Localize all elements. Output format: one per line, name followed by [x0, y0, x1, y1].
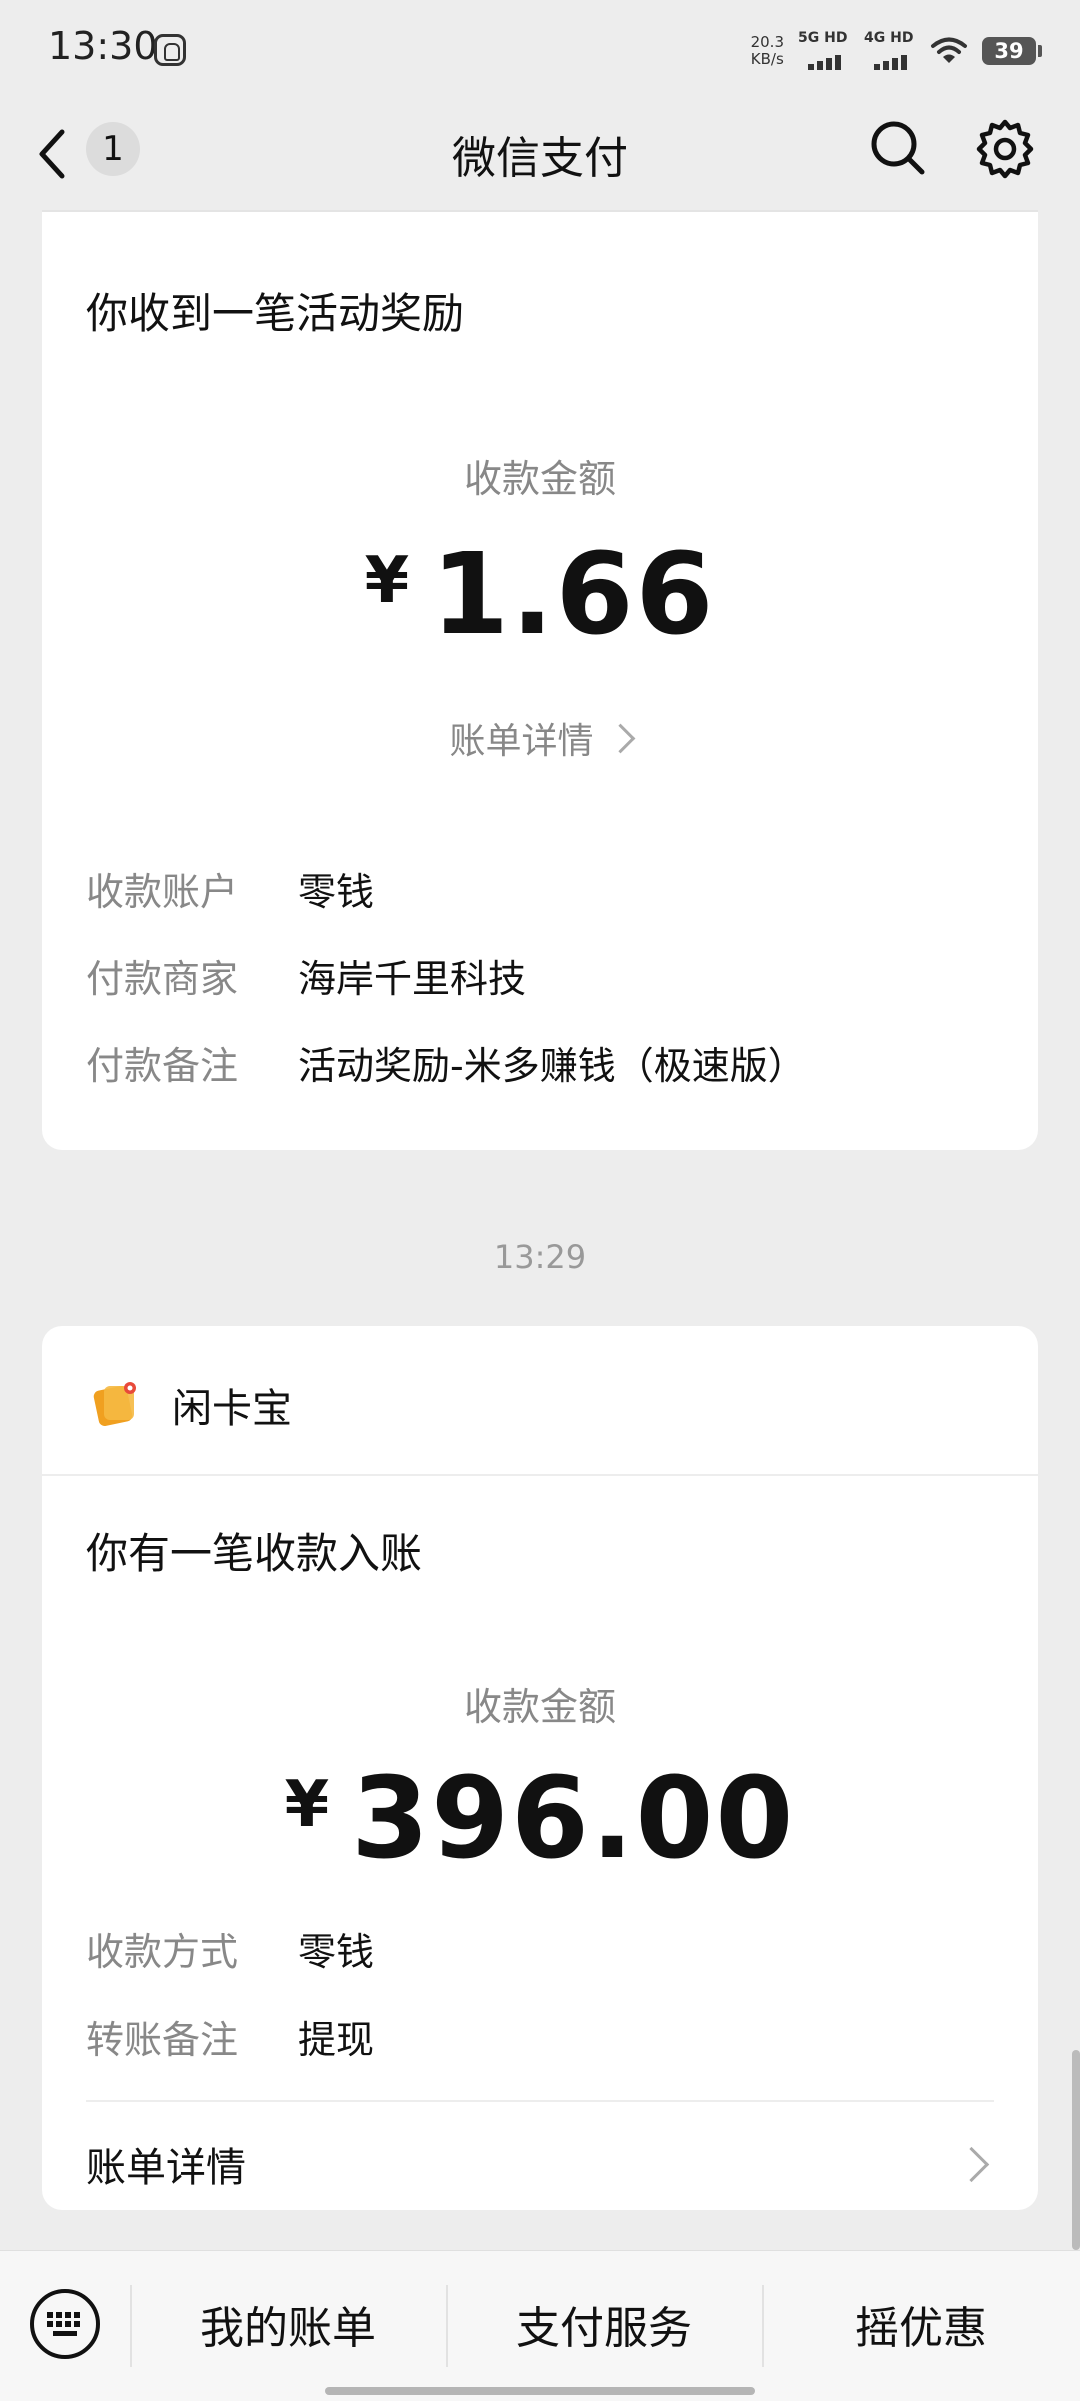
search-icon: [871, 121, 925, 175]
gear-icon: [976, 119, 1034, 179]
signal-4g-icon: 4G HD: [864, 30, 916, 72]
amount-value: ¥1.66: [42, 530, 1038, 660]
search-button[interactable]: [868, 118, 928, 178]
merchant-name: 闲卡宝: [172, 1386, 292, 1432]
battery-icon: 39: [982, 37, 1042, 65]
keyboard-icon: [30, 2289, 100, 2359]
row-key: 收款账户: [86, 869, 239, 914]
tab-shake-deals[interactable]: 摇优惠: [762, 2279, 1080, 2369]
row-value: 零钱: [298, 869, 375, 914]
detail-row: 付款备注 活动奖励-米多赚钱（极速版）: [86, 1034, 806, 1090]
message-timestamp: 13:29: [493, 1238, 587, 1276]
divider: [86, 2100, 994, 2102]
scrollbar[interactable]: [1072, 2050, 1080, 2250]
row-value: 活动奖励-米多赚钱（极速版）: [298, 1043, 806, 1088]
status-time: 13:30: [48, 24, 158, 68]
bill-details-link[interactable]: 账单详情: [42, 712, 1038, 764]
detail-row: 转账备注 提现: [86, 2008, 374, 2064]
notification-app-icon: [154, 34, 186, 66]
currency-symbol: ¥: [284, 1768, 330, 1842]
settings-button[interactable]: [974, 118, 1036, 180]
card-title: 你有一笔收款入账: [86, 1529, 423, 1578]
card-title: 你收到一笔活动奖励: [86, 289, 465, 338]
amount-number: 396.00: [351, 1754, 796, 1884]
row-value: 提现: [298, 2017, 375, 2062]
row-key: 转账备注: [86, 2017, 239, 2062]
bill-details-row[interactable]: 账单详情: [86, 2134, 994, 2194]
home-indicator[interactable]: [325, 2387, 755, 2395]
row-key: 付款备注: [86, 1043, 239, 1088]
row-value: 海岸千里科技: [298, 956, 527, 1001]
row-key: 收款方式: [86, 1929, 239, 1974]
chevron-right-icon: [605, 723, 635, 754]
detail-row: 付款商家 海岸千里科技: [86, 947, 526, 1003]
row-key: 付款商家: [86, 956, 239, 1001]
amount-label: 收款金额: [463, 457, 616, 501]
amount-number: 1.66: [431, 530, 716, 660]
row-value: 零钱: [298, 1929, 375, 1974]
wifi-icon: [931, 37, 967, 63]
bill-details-label: 账单详情: [86, 2145, 246, 2191]
tab-my-bills[interactable]: 我的账单: [130, 2279, 446, 2369]
network-speed: 20.3 KB/s: [750, 33, 784, 68]
detail-row: 收款账户 零钱: [86, 860, 374, 916]
merchant-logo-icon: [93, 1382, 136, 1427]
currency-symbol: ¥: [364, 544, 410, 618]
amount-value: ¥396.00: [42, 1754, 1038, 1884]
detail-row: 收款方式 零钱: [86, 1920, 374, 1976]
status-bar: 13:30 20.3 KB/s 5G HD 4G HD 39: [0, 0, 1080, 100]
amount-label: 收款金额: [463, 1685, 616, 1729]
payment-message-card[interactable]: 闲卡宝 你有一笔收款入账 收款金额 ¥396.00 收款方式 零钱 转账备注 提…: [42, 1326, 1038, 2210]
chevron-right-icon: [953, 2146, 990, 2182]
reward-message-card: 你收到一笔活动奖励 收款金额 ¥1.66 账单详情 收款账户 零钱 付款商家 海…: [42, 210, 1038, 1150]
bottom-menu-bar: 我的账单 支付服务 摇优惠: [0, 2250, 1080, 2401]
bill-details-label: 账单详情: [449, 721, 594, 762]
merchant-header[interactable]: 闲卡宝: [42, 1326, 1038, 1476]
signal-5g-icon: 5G HD: [798, 30, 850, 72]
tab-payment-services[interactable]: 支付服务: [446, 2279, 762, 2369]
status-indicators: 20.3 KB/s 5G HD 4G HD 39: [750, 30, 1042, 72]
keyboard-toggle-button[interactable]: [28, 2287, 102, 2361]
